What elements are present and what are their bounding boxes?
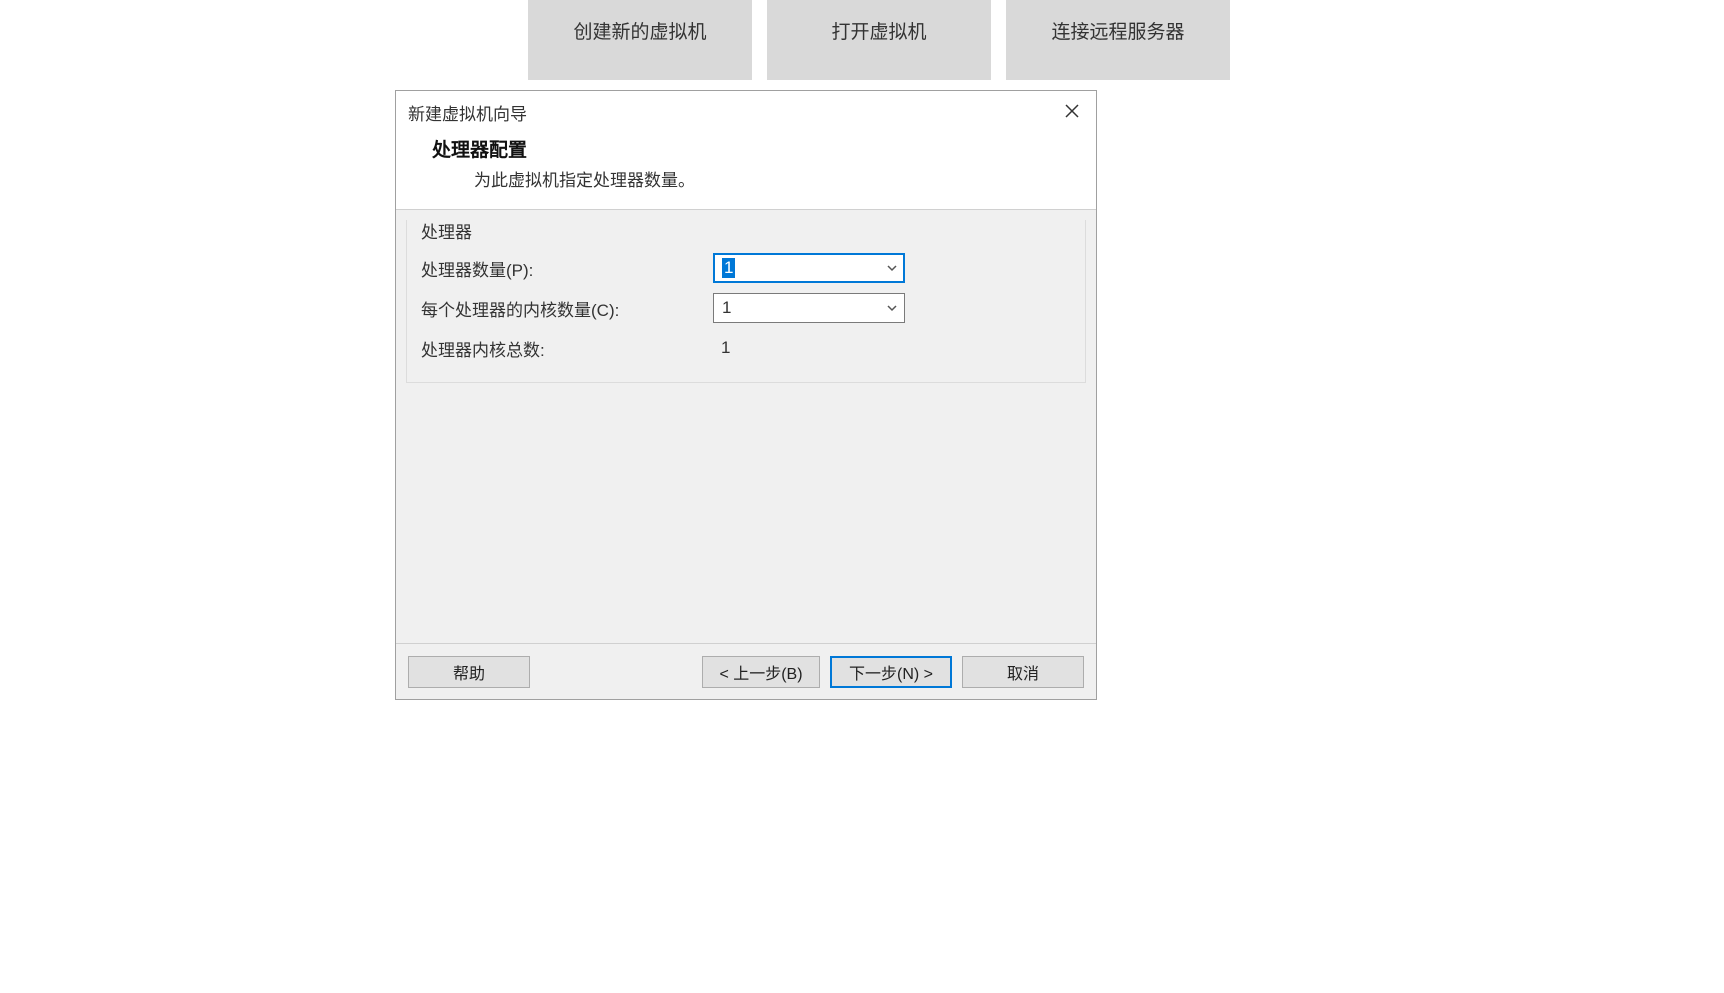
chevron-down-icon [886, 262, 898, 274]
dialog-footer: 帮助 < 上一步(B) 下一步(N) > 取消 [396, 643, 1096, 699]
cancel-button[interactable]: 取消 [962, 656, 1084, 688]
processors-count-value: 1 [722, 258, 735, 278]
help-button[interactable]: 帮助 [408, 656, 530, 688]
next-button[interactable]: 下一步(N) > [830, 656, 952, 688]
cores-per-processor-value: 1 [722, 298, 731, 318]
close-button[interactable] [1054, 97, 1090, 127]
dialog-title: 新建虚拟机向导 [408, 100, 527, 125]
new-vm-wizard-dialog: 新建虚拟机向导 处理器配置 为此虚拟机指定处理器数量。 处理器 处理器数量(P)… [395, 90, 1097, 700]
dialog-titlebar: 新建虚拟机向导 [396, 91, 1096, 133]
dialog-header-subtitle: 为此虚拟机指定处理器数量。 [432, 166, 1084, 191]
processors-row: 处理器数量(P): 1 [421, 248, 1071, 288]
dialog-header: 处理器配置 为此虚拟机指定处理器数量。 [396, 133, 1096, 209]
main-action-bar: 创建新的虚拟机 打开虚拟机 连接远程服务器 [528, 0, 1230, 80]
create-vm-button[interactable]: 创建新的虚拟机 [528, 0, 752, 80]
dialog-body: 处理器 处理器数量(P): 1 每个处理器的内核数量(C): 1 [396, 209, 1096, 643]
cores-per-processor-select[interactable]: 1 [713, 293, 905, 323]
total-cores-label: 处理器内核总数: [421, 336, 713, 361]
total-cores-value: 1 [713, 338, 730, 358]
processor-group: 处理器 处理器数量(P): 1 每个处理器的内核数量(C): 1 [406, 220, 1086, 383]
connect-remote-button[interactable]: 连接远程服务器 [1006, 0, 1230, 80]
total-row: 处理器内核总数: 1 [421, 328, 1071, 368]
processors-count-select[interactable]: 1 [713, 253, 905, 283]
dialog-header-title: 处理器配置 [432, 135, 1084, 162]
processors-label: 处理器数量(P): [421, 256, 713, 281]
cores-row: 每个处理器的内核数量(C): 1 [421, 288, 1071, 328]
chevron-down-icon [886, 302, 898, 314]
open-vm-button[interactable]: 打开虚拟机 [767, 0, 991, 80]
close-icon [1064, 103, 1080, 122]
back-button[interactable]: < 上一步(B) [702, 656, 820, 688]
group-label: 处理器 [417, 218, 476, 243]
cores-label: 每个处理器的内核数量(C): [421, 296, 713, 321]
